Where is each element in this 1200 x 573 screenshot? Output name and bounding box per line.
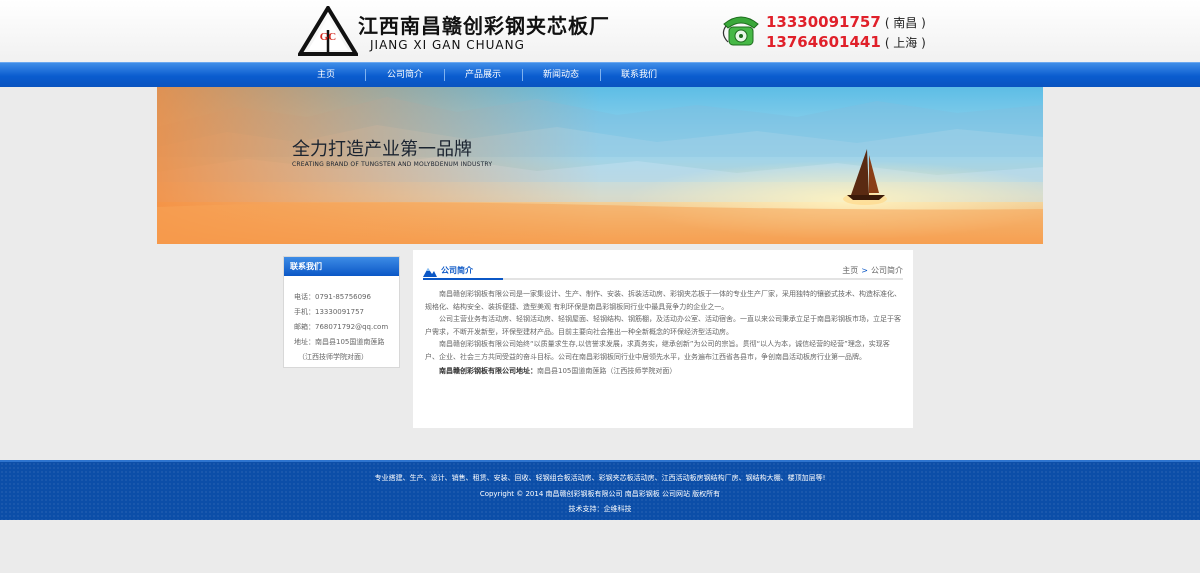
- address-value: 南昌县105国道南莲路（江西技师学院对面）: [537, 367, 677, 375]
- content-body: 南昌赣创彩钢板有限公司是一家集设计、生产、制作、安装、拆装活动房、彩钢夹芯板于一…: [425, 288, 903, 378]
- footer-tech-support[interactable]: 技术支持：企维科技: [0, 504, 1200, 514]
- contact-address: 地址：南昌县105国道南莲路: [294, 338, 385, 346]
- company-pinyin: JIANG XI GAN CHUANG: [370, 38, 525, 52]
- breadcrumb-home[interactable]: 主页: [842, 266, 858, 275]
- company-logo[interactable]: GC: [298, 6, 358, 56]
- nav-item-home[interactable]: 主页: [287, 63, 365, 88]
- site-header: GC 江西南昌赣创彩钢夹芯板厂 JIANG XI GAN CHUANG 1333…: [0, 0, 1200, 62]
- phone-number[interactable]: 13330091757: [766, 13, 881, 31]
- breadcrumb: 主页 > 公司简介: [842, 265, 903, 276]
- site-footer: 专业搭建、生产、设计、销售、租赁、安装、回收、轻钢组合板活动房、彩钢夹芯板活动房…: [0, 460, 1200, 520]
- main-nav: 主页 公司简介 产品展示 新闻动态 联系我们: [0, 62, 1200, 87]
- phone-line-shanghai: 13764601441( 上海 ): [766, 32, 926, 51]
- nav-item-products[interactable]: 产品展示: [444, 63, 522, 88]
- breadcrumb-arrow: >: [861, 266, 868, 275]
- company-address: 南昌赣创彩钢板有限公司地址：南昌县105国道南莲路（江西技师学院对面）: [425, 365, 903, 378]
- intro-paragraph: 南昌赣创彩钢板有限公司是一家集设计、生产、制作、安装、拆装活动房、彩钢夹芯板于一…: [425, 290, 901, 311]
- content-header-accent: [423, 278, 503, 280]
- philosophy-paragraph: 南昌赣创彩钢板有限公司始终“以质量求生存,以信誉求发展，求真务实，继承创新”为公…: [425, 340, 890, 361]
- contact-mobile: 手机：13330091757: [294, 308, 364, 316]
- footer-services: 专业搭建、生产、设计、销售、租赁、安装、回收、轻钢组合板活动房、彩钢夹芯板活动房…: [374, 474, 826, 482]
- phone-city: ( 上海 ): [884, 36, 926, 50]
- contact-address-note: （江西技师学院对面）: [298, 353, 368, 361]
- nav-item-contact[interactable]: 联系我们: [600, 63, 678, 88]
- hero-banner: 全力打造产业第一品牌 CREATING BRAND OF TUNGSTEN AN…: [157, 87, 1043, 244]
- contact-phone: 电话：0791-85756096: [294, 293, 371, 301]
- logo-letters: GC: [320, 31, 337, 43]
- address-label: 南昌赣创彩钢板有限公司地址：: [439, 367, 537, 375]
- nav-item-news[interactable]: 新闻动态: [522, 63, 600, 88]
- business-paragraph: 公司主营业务有活动房、轻钢活动房、轻钢屋面、轻钢结构、钢筋棚，及活动办公室、活动…: [425, 315, 901, 336]
- nav-item-about[interactable]: 公司简介: [366, 63, 444, 88]
- breadcrumb-current: 公司简介: [871, 266, 903, 275]
- banner-landscape-image: [157, 87, 1043, 244]
- company-name: 江西南昌赣创彩钢夹芯板厂: [358, 14, 610, 38]
- contact-email[interactable]: 邮箱：768071792@qq.com: [294, 320, 399, 335]
- content-title: 公司简介: [441, 266, 473, 275]
- sidebar-title: 联系我们: [284, 257, 399, 276]
- phone-city: ( 南昌 ): [884, 16, 926, 30]
- mountain-icon: [423, 268, 437, 277]
- footer-copyright: Copyright © 2014 南昌赣创彩钢板有限公司 南昌彩钢板 公司网站 …: [479, 490, 721, 498]
- phone-number[interactable]: 13764601441: [766, 33, 881, 51]
- banner-subtitle: CREATING BRAND OF TUNGSTEN AND MOLYBDENU…: [292, 161, 493, 168]
- contact-sidebar: 联系我们 电话：0791-85756096 手机：13330091757 邮箱：…: [283, 256, 400, 368]
- phone-line-nanchang: 13330091757( 南昌 ): [766, 12, 926, 31]
- sidebar-contact-list: 电话：0791-85756096 手机：13330091757 邮箱：76807…: [284, 276, 399, 365]
- telephone-icon: [722, 16, 759, 46]
- banner-title: 全力打造产业第一品牌: [292, 139, 472, 160]
- about-content-panel: 公司简介 主页 > 公司简介 南昌赣创彩钢板有限公司是一家集设计、生产、制作、安装、…: [413, 250, 913, 428]
- content-header: 公司简介 主页 > 公司简介: [423, 264, 903, 280]
